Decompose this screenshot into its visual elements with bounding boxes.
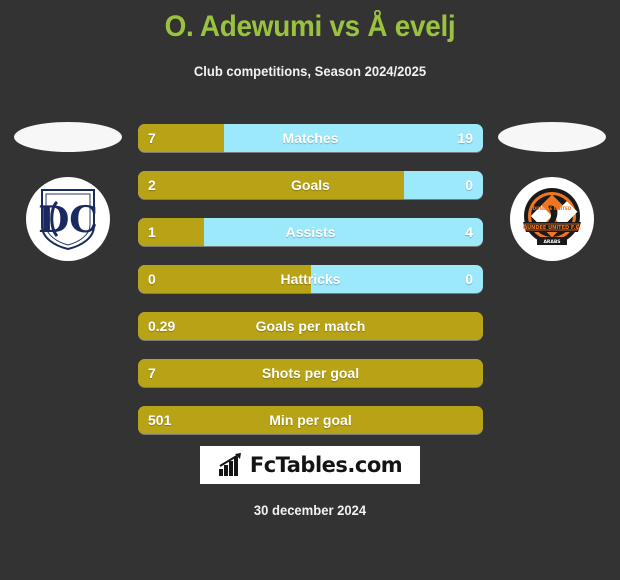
stat-bar-label: Goals per match: [255, 318, 366, 334]
stat-bar-goals: 2 Goals 0: [138, 171, 483, 199]
svg-text:DUNDEE UNITED: DUNDEE UNITED: [533, 206, 572, 211]
generated-date: 30 december 2024: [253, 502, 367, 518]
stat-bar-hattricks: 0 Hattricks 0: [138, 265, 483, 293]
away-team-crest-icon: DUNDEE UNITED F.C. DUNDEE UNITED ARABS: [510, 177, 594, 261]
page-subtitle: Club competitions, Season 2024/2025: [193, 63, 427, 79]
stat-bar-shots-per-goal: 7 Shots per goal: [138, 359, 483, 387]
stat-bar-label: Assists: [285, 224, 336, 240]
away-team-column: DUNDEE UNITED F.C. DUNDEE UNITED ARABS: [492, 110, 612, 261]
stat-bar-assists: 1 Assists 4: [138, 218, 483, 246]
svg-text:DC: DC: [38, 199, 98, 241]
bar-chart-icon: [218, 453, 241, 476]
stat-bar-away-value: 19: [457, 130, 473, 146]
stat-bar-away-value: 0: [465, 177, 473, 193]
svg-text:ARABS: ARABS: [543, 239, 560, 245]
stat-bar-label: Matches: [282, 130, 339, 146]
page-title: O. Adewumi vs Å evelj: [164, 10, 456, 43]
fctables-logo-text: FcTables.com: [249, 453, 403, 477]
stat-bar-label: Min per goal: [269, 412, 352, 428]
stat-bars-container: 7 Matches 19 2 Goals 0 1 Assists 4 0 Hattricks 0 0.2…: [138, 124, 483, 453]
away-country-flag-icon: [498, 122, 606, 152]
fctables-logo[interactable]: FcTables.com: [200, 446, 420, 484]
stat-bar-goals-per-match: 0.29 Goals per match: [138, 312, 483, 340]
stat-bar-away-value: 0: [465, 271, 473, 287]
player-comparison-infographic: O. Adewumi vs Å evelj Club competitions,…: [0, 0, 620, 580]
svg-text:DUNDEE UNITED F.C.: DUNDEE UNITED F.C.: [523, 225, 581, 231]
stat-bar-matches: 7 Matches 19: [138, 124, 483, 152]
stat-bar-label: Hattricks: [280, 271, 341, 287]
home-country-flag-icon: [14, 122, 122, 152]
stat-bar-min-per-goal: 501 Min per goal: [138, 406, 483, 434]
stat-bar-away-value: 4: [465, 224, 473, 240]
stat-bar-label: Goals: [291, 177, 330, 193]
home-team-column: DC: [8, 110, 128, 261]
stat-bar-label: Shots per goal: [261, 365, 360, 381]
home-team-crest-icon: DC: [26, 177, 110, 261]
